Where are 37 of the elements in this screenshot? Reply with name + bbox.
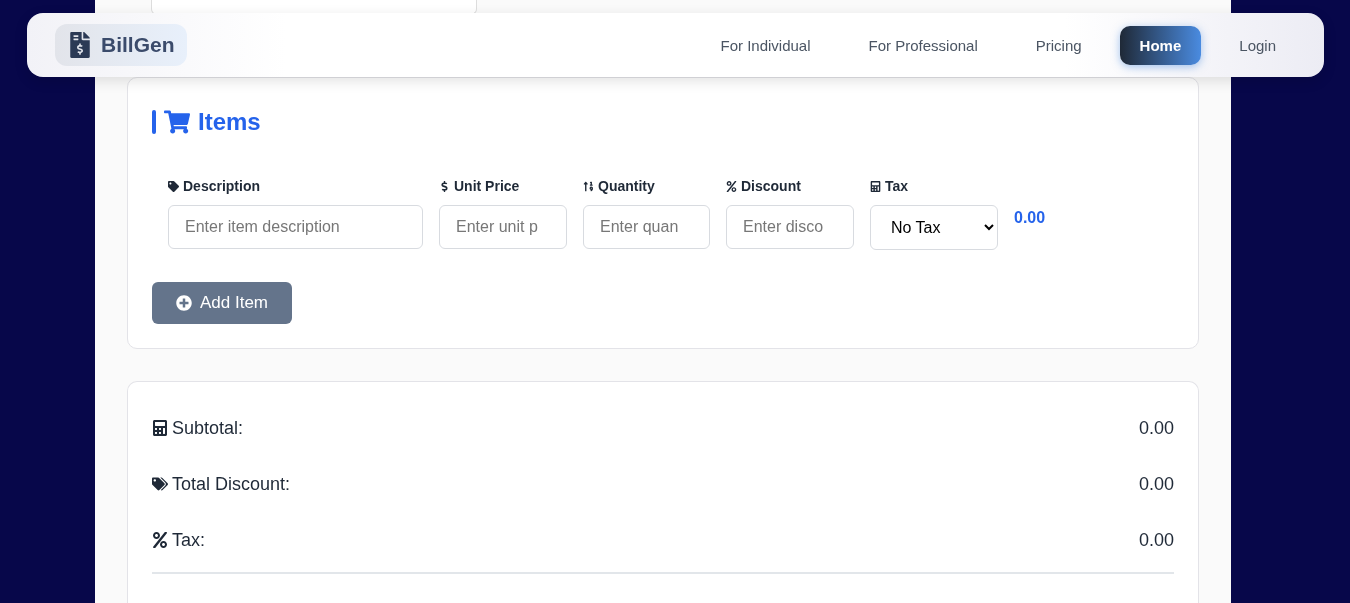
calculator-icon xyxy=(870,180,881,192)
cart-icon xyxy=(164,109,190,135)
total-label: Tax: xyxy=(172,529,205,551)
item-input[interactable]: Enter disco xyxy=(726,205,854,249)
total-value: 0.00 xyxy=(1138,417,1174,439)
field-label: Tax xyxy=(885,178,909,194)
brand-logo[interactable]: BillGen xyxy=(55,24,187,66)
nav-link[interactable]: For Professional xyxy=(848,25,998,65)
plus-icon xyxy=(176,295,192,311)
nav-link[interactable]: For Individual xyxy=(700,25,831,65)
total-value: 0.00 xyxy=(1138,473,1174,495)
tag-icon xyxy=(168,180,179,192)
add-item-button[interactable]: Add Item xyxy=(152,282,293,324)
tags-icon xyxy=(152,476,168,492)
item-input[interactable]: Enter quan xyxy=(583,205,710,249)
nav-link[interactable]: Home xyxy=(1119,25,1202,65)
percent-icon xyxy=(152,532,168,548)
line-total: 0.00 xyxy=(1014,209,1046,227)
percent-icon xyxy=(726,180,737,192)
item-input[interactable]: Enter item description xyxy=(168,205,423,249)
field-label: Description xyxy=(183,178,260,194)
total-value: 0.00 xyxy=(1138,529,1174,551)
invoice-icon xyxy=(67,32,93,58)
items-title: Items xyxy=(198,108,261,136)
tax-select[interactable]: No Tax xyxy=(870,205,998,250)
field-label: Unit Price xyxy=(454,178,520,194)
sort-numeric-icon xyxy=(583,180,594,192)
total-label: Subtotal: xyxy=(172,417,244,439)
field-label: Quantity xyxy=(598,178,655,194)
nav-link[interactable]: Login xyxy=(1219,25,1296,65)
item-input[interactable]: Enter unit p xyxy=(439,205,567,249)
nav-link[interactable]: Pricing xyxy=(1015,25,1102,65)
total-label: Total Discount: xyxy=(172,473,291,495)
dollar-icon xyxy=(439,180,450,192)
field-label: Discount xyxy=(741,178,801,194)
calculator-icon xyxy=(152,420,168,436)
title-accent-bar xyxy=(152,110,156,134)
